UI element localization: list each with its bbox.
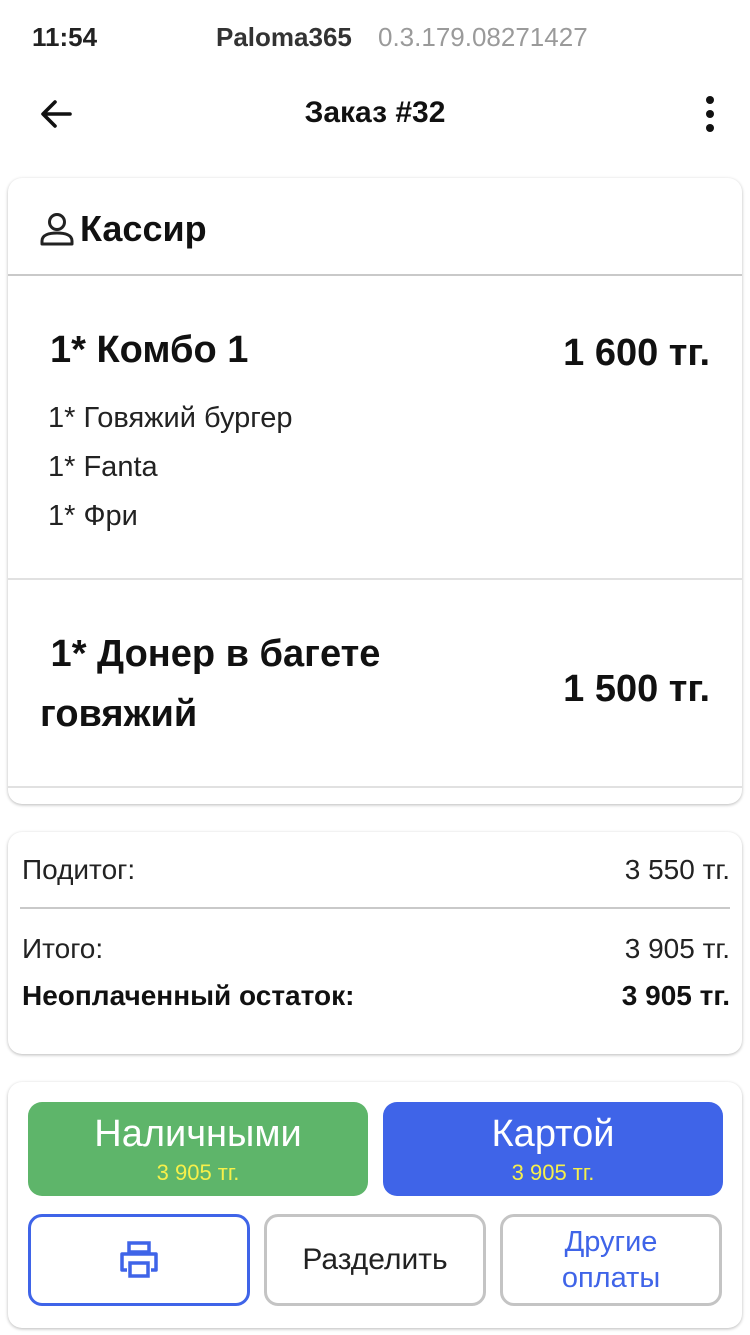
more-vertical-icon: [706, 96, 714, 132]
modifier-item: 1* Fanta: [48, 451, 158, 483]
order-item-name-line: 1* Донер в багете: [40, 633, 381, 675]
pay-cash-amount: 3 905 тг.: [156, 1160, 240, 1185]
status-time: 11:54: [32, 22, 98, 52]
top-app-bar: Заказ #32: [0, 76, 750, 152]
back-button[interactable]: [30, 88, 82, 140]
order-item-name: 1* Комбо 1: [50, 329, 249, 371]
order-item[interactable]: 1* Донер в багете говяжий 1 500 тг.: [8, 582, 742, 788]
print-button[interactable]: [28, 1214, 250, 1306]
pay-card-label: Картой: [491, 1113, 615, 1155]
payment-actions-card: Наличными 3 905 тг. Картой 3 905 тг. Раз…: [8, 1082, 742, 1328]
split-button[interactable]: Разделить: [264, 1214, 486, 1306]
other-payments-line: оплаты: [561, 1262, 661, 1294]
pay-cash-label: Наличными: [94, 1113, 302, 1155]
other-payments-button[interactable]: Другие оплаты: [500, 1214, 722, 1306]
status-bar: 11:54 Paloma365 0.3.179.08271427: [0, 0, 750, 76]
subtotal-value: 3 550 тг.: [624, 854, 730, 885]
pay-card-amount: 3 905 тг.: [511, 1160, 595, 1185]
order-item-name: 1* Донер в багете говяжий: [40, 624, 460, 744]
subtotal-row: Подитог: 3 550 тг.: [22, 854, 730, 886]
split-label: Разделить: [302, 1243, 448, 1276]
order-item-price: 1 600 тг.: [563, 332, 710, 374]
arrow-left-icon: [41, 100, 72, 128]
unpaid-value: 3 905 тг.: [621, 980, 730, 1011]
total-row: Итого: 3 905 тг.: [22, 933, 730, 965]
modifier-item: 1* Фри: [48, 500, 138, 532]
total-label: Итого:: [22, 933, 104, 964]
modifier-item: 1* Говяжий бургер: [48, 402, 293, 434]
divider: [20, 907, 730, 909]
total-value: 3 905 тг.: [624, 933, 730, 964]
order-item-name-line: говяжий: [40, 693, 198, 735]
totals-card: Подитог: 3 550 тг. Итого: 3 905 тг. Неоп…: [8, 832, 742, 1054]
page-title: Заказ #32: [304, 96, 446, 129]
printer-icon: [120, 1241, 158, 1278]
status-app-version: 0.3.179.08271427: [378, 22, 588, 52]
unpaid-label: Неоплаченный остаток:: [22, 980, 355, 1011]
order-item-modifiers: 1* Говяжий бургер 1* Fanta 1* Фри: [48, 394, 292, 541]
unpaid-row: Неоплаченный остаток: 3 905 тг.: [22, 980, 730, 1012]
other-payments-label: Другие оплаты: [562, 1224, 660, 1296]
order-item[interactable]: 1* Комбо 1 1 600 тг. 1* Говяжий бургер 1…: [8, 278, 742, 580]
user-icon: [40, 213, 74, 246]
order-card: Кассир 1* Комбо 1 1 600 тг. 1* Говяжий б…: [8, 178, 742, 804]
status-app-name: Paloma365: [216, 22, 352, 52]
subtotal-label: Подитог:: [22, 854, 136, 885]
pay-cash-button[interactable]: Наличными 3 905 тг.: [28, 1102, 368, 1196]
more-menu-button[interactable]: [688, 88, 732, 140]
cashier-row: Кассир: [8, 178, 742, 276]
pay-card-button[interactable]: Картой 3 905 тг.: [383, 1102, 723, 1196]
cashier-label: Кассир: [80, 208, 207, 249]
order-item-price: 1 500 тг.: [563, 668, 710, 710]
other-payments-line: Другие: [564, 1226, 658, 1258]
